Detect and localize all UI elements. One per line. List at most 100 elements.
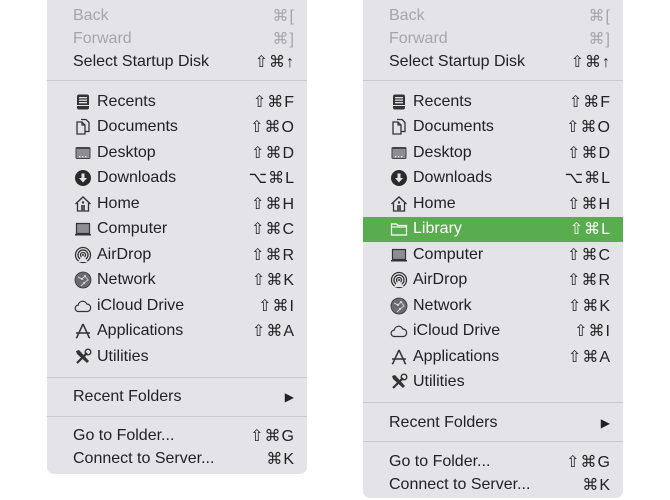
keyboard-shortcut: ⇧⌘O — [566, 119, 611, 137]
keyboard-shortcut: ⇧⌘H — [567, 195, 611, 213]
keyboard-shortcut: ⇧⌘F — [252, 93, 295, 111]
menu-item-select-startup-disk[interactable]: Select Startup Disk ⇧⌘↑ — [47, 50, 307, 73]
desktop-icon — [389, 143, 409, 163]
menu-item-label: Desktop — [413, 143, 472, 161]
computer-icon — [73, 219, 93, 239]
menu-item-label: Connect to Server... — [73, 450, 215, 467]
downloads-icon — [389, 168, 409, 188]
menu-item-airdrop[interactable]: AirDrop ⇧⌘R — [363, 268, 623, 294]
menu-item-label: Recent Folders — [389, 413, 498, 431]
airdrop-icon — [73, 245, 93, 265]
menu-item-label: iCloud Drive — [97, 296, 185, 314]
menu-item-recents[interactable]: Recents ⇧⌘F — [47, 89, 307, 115]
keyboard-shortcut: ⇧⌘↑ — [254, 53, 295, 71]
menu-item-downloads[interactable]: Downloads ⌥⌘L — [47, 166, 307, 192]
menu-item-go-to-folder[interactable]: Go to Folder... ⇧⌘G — [363, 450, 623, 473]
menu-item-airdrop[interactable]: AirDrop ⇧⌘R — [47, 242, 307, 268]
keyboard-shortcut: ⇧⌘R — [251, 246, 295, 264]
go-menu-left: Back ⌘[ Forward ⌘] Select Startup Disk ⇧⌘↑ Rec… — [47, 0, 307, 474]
keyboard-shortcut: ⇧⌘O — [250, 119, 295, 137]
menu-item-applications[interactable]: Applications ⇧⌘A — [47, 319, 307, 345]
menu-item-recents[interactable]: Recents ⇧⌘F — [363, 89, 623, 115]
menu-item-documents[interactable]: Documents ⇧⌘O — [47, 115, 307, 141]
menu-separator — [47, 80, 307, 81]
menu-item-icloud-drive[interactable]: iCloud Drive ⇧⌘I — [363, 319, 623, 345]
keyboard-shortcut: ⌥⌘L — [248, 170, 295, 188]
menu-item-label: Computer — [413, 245, 484, 263]
menu-item-label: Desktop — [97, 143, 156, 161]
network-icon — [389, 296, 409, 316]
keyboard-shortcut: ⇧⌘F — [568, 93, 611, 111]
menu-item-network[interactable]: Network ⇧⌘K — [47, 268, 307, 294]
keyboard-shortcut: ⌘[ — [272, 7, 295, 25]
menu-item-label: Downloads — [413, 169, 493, 187]
menu-item-library[interactable]: Library ⇧⌘L — [363, 216, 623, 242]
menu-item-recent-folders[interactable]: Recent Folders ▶ — [363, 411, 623, 434]
menu-item-label: Network — [97, 271, 156, 289]
menu-item-label: Recents — [97, 92, 156, 110]
menu-item-label: Recents — [413, 92, 472, 110]
menu-item-label: Network — [413, 296, 472, 314]
keyboard-shortcut: ⌘] — [588, 30, 611, 48]
keyboard-shortcut: ⇧⌘A — [251, 323, 295, 341]
menu-item-label: Forward — [389, 29, 448, 47]
menu-item-connect-to-server[interactable]: Connect to Server... ⌘K — [363, 473, 623, 496]
menu-separator — [363, 80, 623, 81]
keyboard-shortcut: ⇧⌘D — [567, 144, 611, 162]
keyboard-shortcut: ⇧⌘K — [251, 272, 295, 290]
keyboard-shortcut: ⇧⌘G — [566, 453, 611, 471]
home-icon — [73, 194, 93, 214]
menu-item-icloud-drive[interactable]: iCloud Drive ⇧⌘I — [47, 293, 307, 319]
menu-item-label: Forward — [73, 29, 132, 47]
menu-item-utilities[interactable]: Utilities — [363, 370, 623, 396]
documents-icon — [389, 117, 409, 137]
keyboard-shortcut: ⌘] — [272, 30, 295, 48]
menu-item-label: Applications — [97, 322, 184, 340]
menu-item-desktop[interactable]: Desktop ⇧⌘D — [363, 140, 623, 166]
menu-item-label: Home — [97, 194, 140, 212]
menu-item-back: Back ⌘[ — [363, 4, 623, 27]
submenu-arrow-icon: ▶ — [600, 415, 611, 430]
menu-item-desktop[interactable]: Desktop ⇧⌘D — [47, 140, 307, 166]
menu-item-label: Applications — [413, 347, 500, 365]
menu-item-documents[interactable]: Documents ⇧⌘O — [363, 115, 623, 141]
computer-icon — [389, 245, 409, 265]
menu-item-connect-to-server[interactable]: Connect to Server... ⌘K — [47, 448, 307, 471]
menu-item-label: AirDrop — [413, 271, 468, 289]
menu-item-label: Go to Folder... — [73, 427, 175, 444]
menu-item-computer[interactable]: Computer ⇧⌘C — [363, 242, 623, 268]
keyboard-shortcut: ⇧⌘C — [567, 246, 611, 264]
menu-separator — [47, 415, 307, 417]
menu-item-computer[interactable]: Computer ⇧⌘C — [47, 217, 307, 243]
keyboard-shortcut: ⌘K — [582, 476, 611, 494]
menu-item-label: Library — [413, 220, 462, 238]
menu-item-downloads[interactable]: Downloads ⌥⌘L — [363, 166, 623, 192]
recents-icon — [389, 92, 409, 112]
menu-item-label: AirDrop — [97, 245, 152, 263]
keyboard-shortcut: ⌥⌘L — [564, 170, 611, 188]
menu-item-label: iCloud Drive — [413, 322, 501, 340]
menu-item-label: Select Startup Disk — [73, 52, 210, 70]
menu-item-go-to-folder[interactable]: Go to Folder... ⇧⌘G — [47, 425, 307, 448]
menu-item-select-startup-disk[interactable]: Select Startup Disk ⇧⌘↑ — [363, 50, 623, 73]
menu-item-network[interactable]: Network ⇧⌘K — [363, 293, 623, 319]
recents-icon — [73, 92, 93, 112]
menu-item-label: Back — [73, 6, 109, 24]
menu-item-applications[interactable]: Applications ⇧⌘A — [363, 344, 623, 370]
desktop-icon — [73, 143, 93, 163]
keyboard-shortcut: ⇧⌘D — [251, 144, 295, 162]
menu-item-home[interactable]: Home ⇧⌘H — [363, 191, 623, 217]
menu-item-label: Computer — [97, 220, 168, 238]
menu-item-label: Back — [389, 6, 425, 24]
icloud-icon — [73, 296, 93, 316]
keyboard-shortcut: ⇧⌘A — [567, 348, 611, 366]
keyboard-shortcut: ⇧⌘C — [251, 221, 295, 239]
keyboard-shortcut: ⇧⌘I — [574, 323, 611, 341]
menu-item-recent-folders[interactable]: Recent Folders ▶ — [47, 386, 307, 409]
icloud-icon — [389, 321, 409, 341]
applications-icon — [73, 321, 93, 341]
keyboard-shortcut: ⇧⌘K — [567, 297, 611, 315]
menu-item-home[interactable]: Home ⇧⌘H — [47, 191, 307, 217]
menu-item-utilities[interactable]: Utilities — [47, 344, 307, 370]
network-icon — [73, 270, 93, 290]
